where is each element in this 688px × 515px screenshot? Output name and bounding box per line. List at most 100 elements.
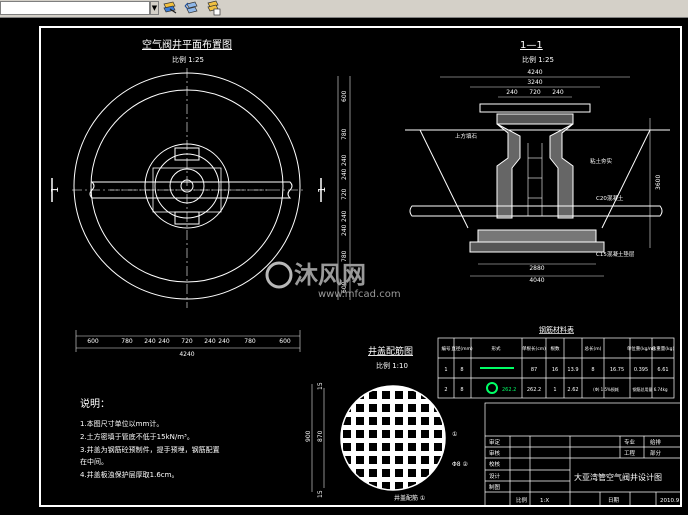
svg-text:4240: 4240 [179,351,194,358]
svg-text:1.本图尺寸单位以mm计。: 1.本图尺寸单位以mm计。 [80,419,163,428]
svg-text:240: 240 [341,210,348,222]
svg-text:制图: 制图 [489,483,501,491]
svg-text:根数: 根数 [551,345,560,352]
svg-text:600: 600 [87,338,99,345]
svg-text:1: 1 [553,387,556,393]
svg-text:240: 240 [144,338,156,345]
svg-text:16: 16 [552,367,558,373]
svg-text:C20混凝土: C20混凝土 [596,194,624,202]
section-view [405,103,670,253]
notes: 说明： 1.本图尺寸单位以mm计。 2.土方密填于管底不低于15kN/m³。 3… [80,397,220,479]
section-scale: 比例 1:25 [522,55,554,64]
svg-text:8: 8 [460,387,463,393]
layer-dropdown[interactable] [0,1,150,15]
svg-text:井盖配筋 ①: 井盖配筋 ① [394,494,425,502]
svg-text:2.土方密填于管底不低于15kN/m³。: 2.土方密填于管底不低于15kN/m³。 [80,432,194,441]
svg-text:4240: 4240 [527,69,542,76]
svg-text:设计: 设计 [489,472,501,480]
svg-text:6.61: 6.61 [657,367,668,373]
svg-text:总长(m): 总长(m) [585,345,602,352]
rebar-shape-ring [486,382,498,394]
svg-text:13.9: 13.9 [567,367,578,373]
layer-match-icon[interactable] [161,0,178,16]
svg-text:2010.9: 2010.9 [660,498,680,504]
watermark-url: www.mfcad.com [318,289,401,300]
layer-previous-icon[interactable] [183,0,200,16]
toolbar: ▼ [0,0,688,18]
svg-text:单根长(cm): 单根长(cm) [522,345,546,352]
chevron-down-icon[interactable]: ▼ [150,1,159,15]
project-name: 大亚湾管空气阀井设计图 [574,472,662,482]
svg-text:8: 8 [591,367,594,373]
rebar-table-row-1: 1 8 87 16 13.9 8 16.75 0.395 6.61 [444,367,668,373]
svg-text:720: 720 [181,338,193,345]
svg-text:240: 240 [552,89,564,96]
watermark-logo [265,261,293,289]
section-title: 1—1 [520,40,543,51]
svg-text:给排: 给排 [650,438,662,446]
svg-text:780: 780 [341,128,348,140]
svg-text:编号: 编号 [442,345,451,352]
plan-right-marker: 1 [317,187,328,193]
svg-text:2: 2 [444,387,447,393]
svg-text:钢筋总用量 6.74kg: 钢筋总用量 6.74kg [632,386,667,392]
svg-text:比例: 比例 [516,496,528,504]
svg-text:①: ① [452,431,457,438]
drawing-canvas[interactable]: 1 1 空气阀井平面布置图 比例 1:25 600 780 240 240 72… [0,18,688,515]
section-depth: 3600 [655,175,662,190]
table-title: 钢筋材料表 [539,325,574,334]
cover-title: 井盖配筋图 [368,345,413,357]
watermark: 沐风网 www.mfcad.com [265,261,401,300]
plan-view [72,68,305,308]
svg-text:1: 1 [444,367,447,373]
svg-text:在中间。: 在中间。 [80,457,108,466]
title-block-text: 审定 审核 校核 设计 制图 专业 给排 工程 部分 大亚湾管空气阀井设计图 比… [489,438,680,504]
svg-text:0.395: 0.395 [634,367,648,373]
svg-text:粘土夯实: 粘土夯实 [590,157,613,165]
rebar-table-headers: 编号 直径(mm) 形式 单根长(cm) 根数 总长(m) 单位重(kg/m) … [442,345,675,352]
svg-text:3240: 3240 [527,79,542,86]
svg-text:240: 240 [204,338,216,345]
svg-text:600: 600 [341,90,348,102]
svg-text:C15混凝土垫层: C15混凝土垫层 [596,250,635,258]
cover-scale: 比例 1:10 [376,361,408,370]
svg-text:2880: 2880 [529,265,544,272]
svg-text:240: 240 [158,338,170,345]
svg-text:262.2: 262.2 [527,387,541,393]
svg-text:Φ8 ②: Φ8 ② [452,461,468,468]
svg-text:上方填石: 上方填石 [455,132,478,140]
svg-text:4040: 4040 [529,277,544,284]
plan-title: 空气阀井平面布置图 [142,38,232,51]
plan-scale: 比例 1:25 [172,55,204,64]
svg-text:8: 8 [460,367,463,373]
rebar-ring-length: 262.2 [502,387,516,393]
svg-text:专业: 专业 [624,438,636,446]
svg-text:审定: 审定 [489,438,501,446]
svg-text:1:X: 1:X [540,498,549,504]
watermark-brand: 沐风网 [294,261,366,289]
svg-text:87: 87 [531,367,537,373]
svg-text:直径(mm): 直径(mm) [451,345,473,352]
svg-text:600: 600 [279,338,291,345]
section-dim-lines [440,76,651,248]
svg-text:720: 720 [529,89,541,96]
svg-text:校核: 校核 [489,460,501,468]
section-dims-top: 4240 3240 240 720 240 [506,69,564,96]
svg-text:900: 900 [305,430,312,442]
svg-text:2.62: 2.62 [567,387,578,393]
svg-text:形式: 形式 [492,345,501,352]
svg-text:720: 720 [341,188,348,200]
svg-text:780: 780 [121,338,133,345]
svg-text:审核: 审核 [489,449,501,457]
svg-text:240: 240 [218,338,230,345]
svg-text:日期: 日期 [608,497,620,504]
svg-text:部分: 部分 [650,449,662,457]
svg-text:15: 15 [317,490,324,498]
svg-text:(Φ) 1.5%损耗: (Φ) 1.5%损耗 [593,386,619,392]
svg-text:780: 780 [244,338,256,345]
svg-text:3.井盖为钢筋砼预制件，提手预埋，钢筋配置: 3.井盖为钢筋砼预制件，提手预埋，钢筋配置 [80,445,220,454]
svg-text:240: 240 [341,154,348,166]
svg-text:工程: 工程 [624,449,636,457]
rebar-table-row-2: 2 8 262.2 1 2.62 (Φ) 1.5%损耗 钢筋总用量 6.74kg [444,386,668,393]
layer-states-icon[interactable] [205,0,222,16]
